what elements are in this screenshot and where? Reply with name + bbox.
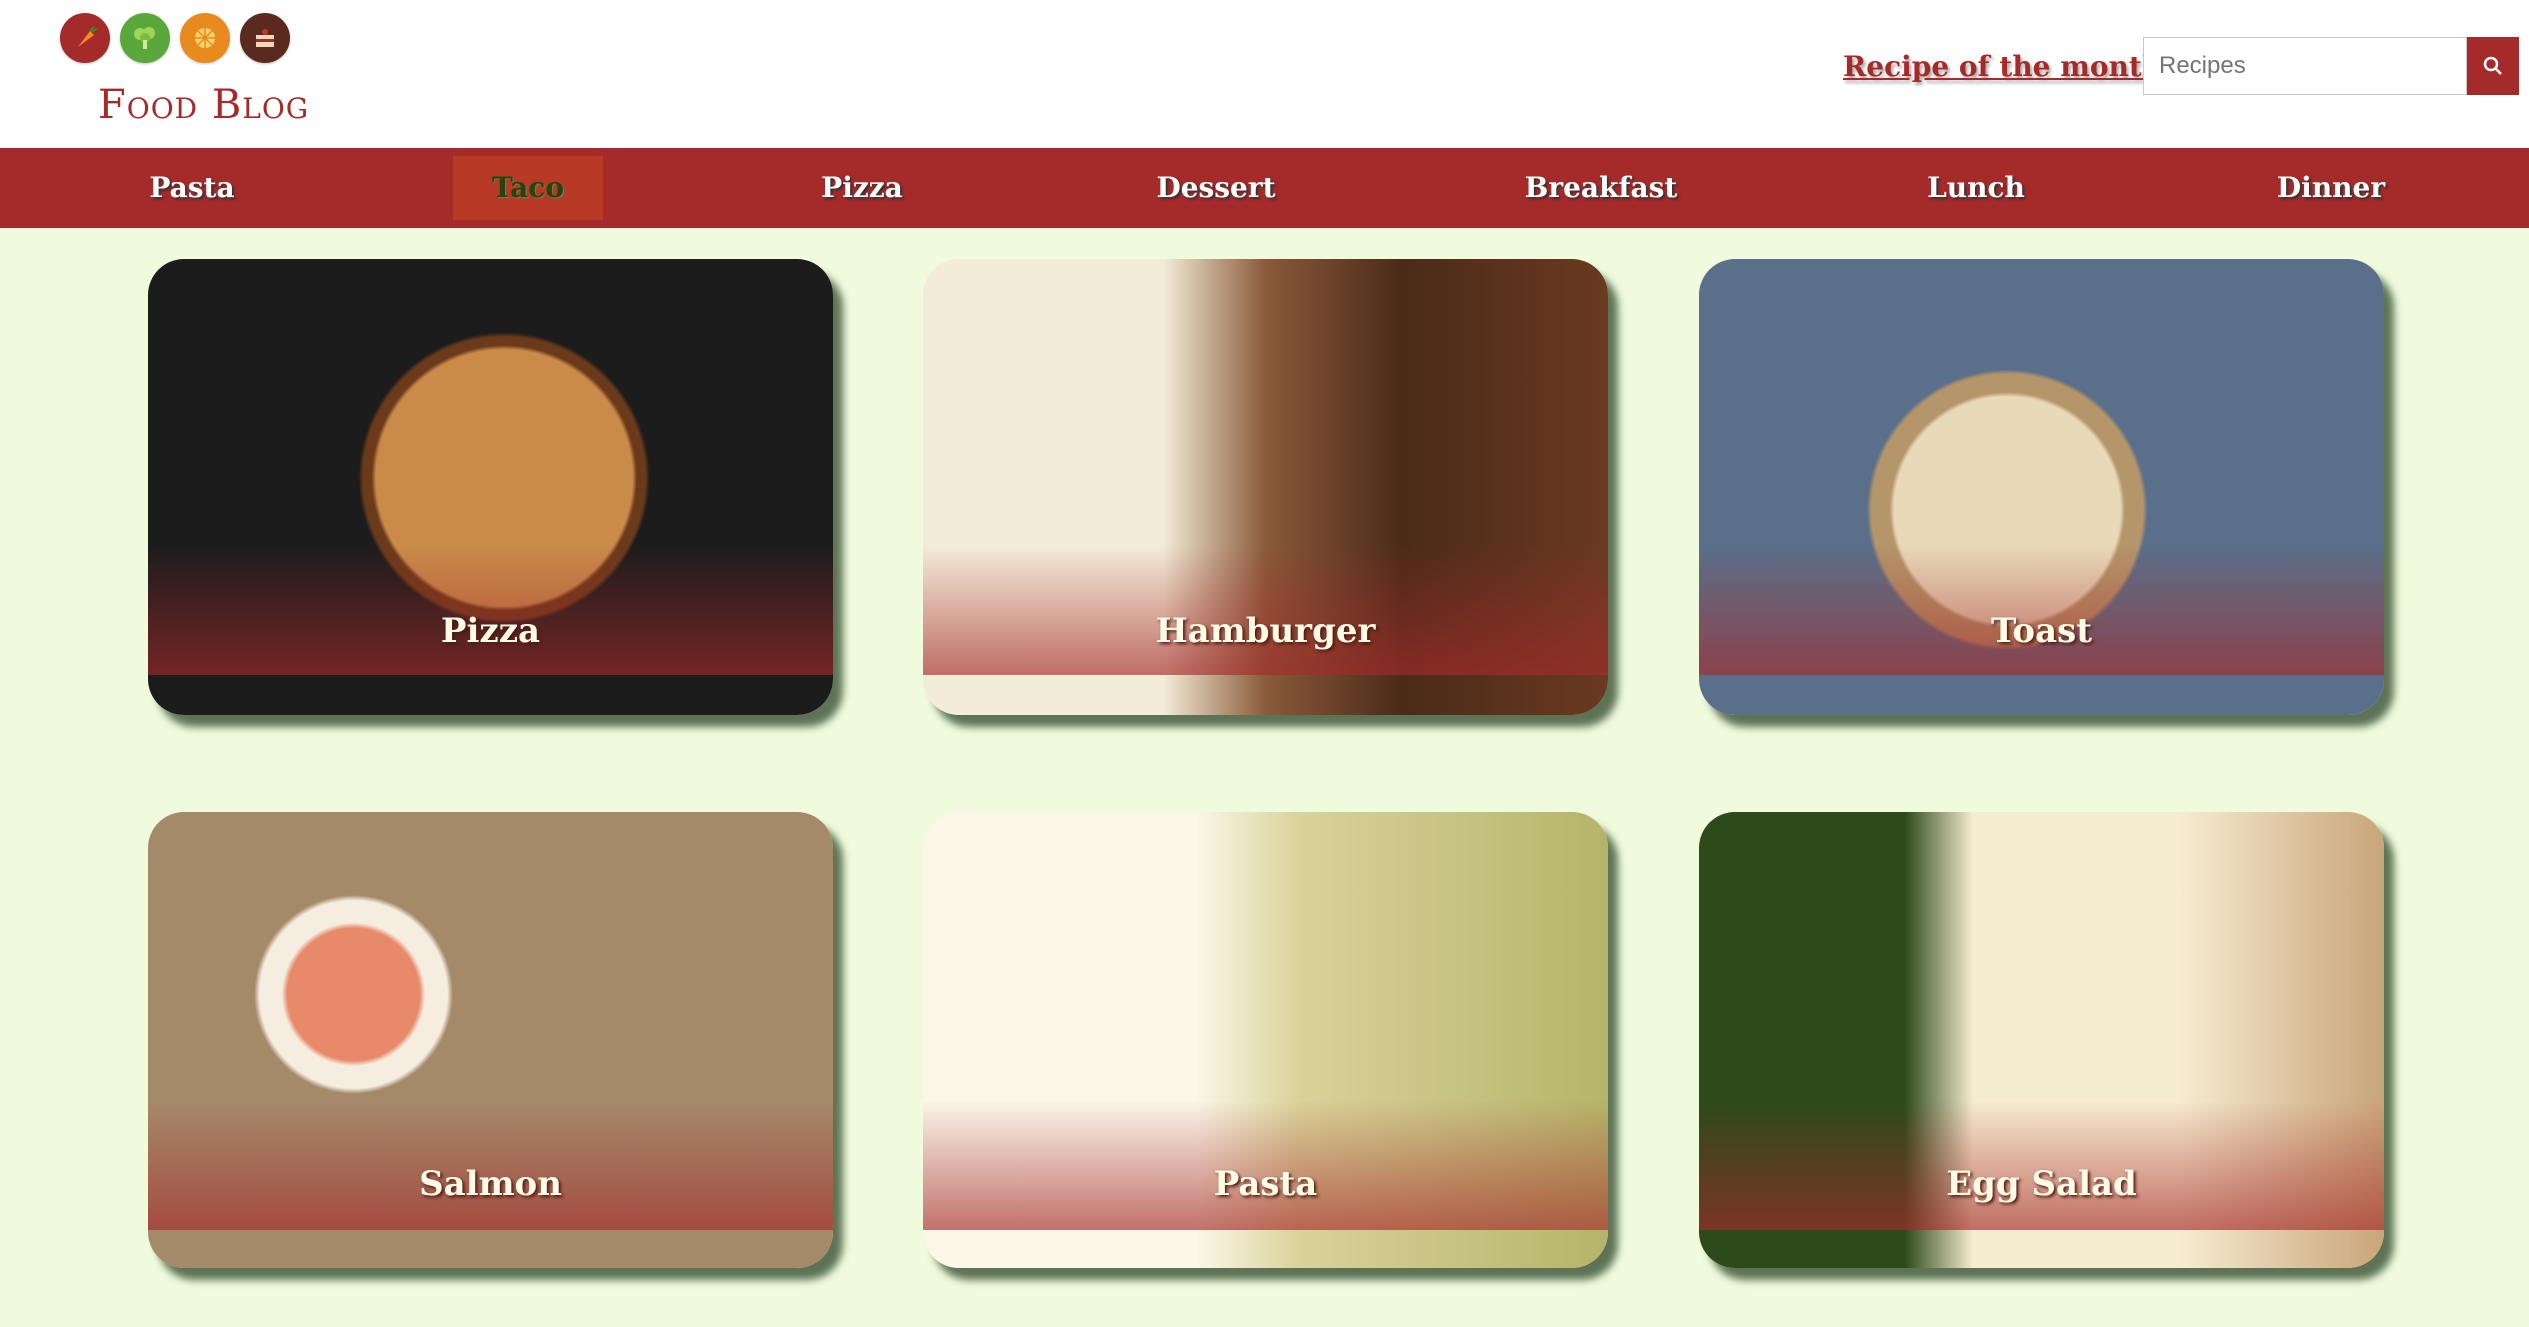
nav-item-breakfast[interactable]: Breakfast xyxy=(1505,156,1698,220)
card-label: Egg Salad xyxy=(1946,1164,2137,1204)
logo-icons xyxy=(60,13,290,63)
label-band xyxy=(1699,545,2384,675)
search-input[interactable] xyxy=(2143,37,2467,95)
category-nav: Pasta Taco Pizza Dessert Breakfast Lunch… xyxy=(0,148,2529,228)
carrot-icon[interactable] xyxy=(60,13,110,63)
recipe-card-salmon[interactable]: Salmon xyxy=(148,812,833,1268)
card-label: Salmon xyxy=(419,1164,562,1204)
recipe-card-pasta[interactable]: Pasta xyxy=(923,812,1608,1268)
recipe-of-the-month-link[interactable]: Recipe of the month xyxy=(1843,50,2162,83)
nav-item-lunch[interactable]: Lunch xyxy=(1907,156,2045,220)
orange-icon[interactable] xyxy=(180,13,230,63)
card-label: Hamburger xyxy=(1155,611,1376,651)
card-label: Pizza xyxy=(440,611,541,651)
label-band xyxy=(148,545,833,675)
nav-item-pasta[interactable]: Pasta xyxy=(129,156,254,220)
broccoli-icon[interactable] xyxy=(120,13,170,63)
nav-item-pizza[interactable]: Pizza xyxy=(801,156,923,220)
recipe-card-toast[interactable]: Toast xyxy=(1699,259,2384,715)
nav-item-dinner[interactable]: Dinner xyxy=(2257,156,2405,220)
brand-title[interactable]: Food Blog xyxy=(98,82,309,128)
site-header: Food Blog Recipe of the month xyxy=(0,0,2529,148)
card-label: Pasta xyxy=(1213,1164,1318,1204)
nav-item-dessert[interactable]: Dessert xyxy=(1136,156,1295,220)
label-band xyxy=(923,545,1608,675)
cake-icon[interactable] xyxy=(240,13,290,63)
recipe-card-pizza[interactable]: Pizza xyxy=(148,259,833,715)
recipe-card-egg-salad[interactable]: Egg Salad xyxy=(1699,812,2384,1268)
recipe-card-hamburger[interactable]: Hamburger xyxy=(923,259,1608,715)
card-label: Toast xyxy=(1991,611,2092,651)
search-icon xyxy=(2483,56,2502,75)
nav-item-taco[interactable]: Taco xyxy=(453,156,603,220)
search-button[interactable] xyxy=(2467,37,2519,95)
